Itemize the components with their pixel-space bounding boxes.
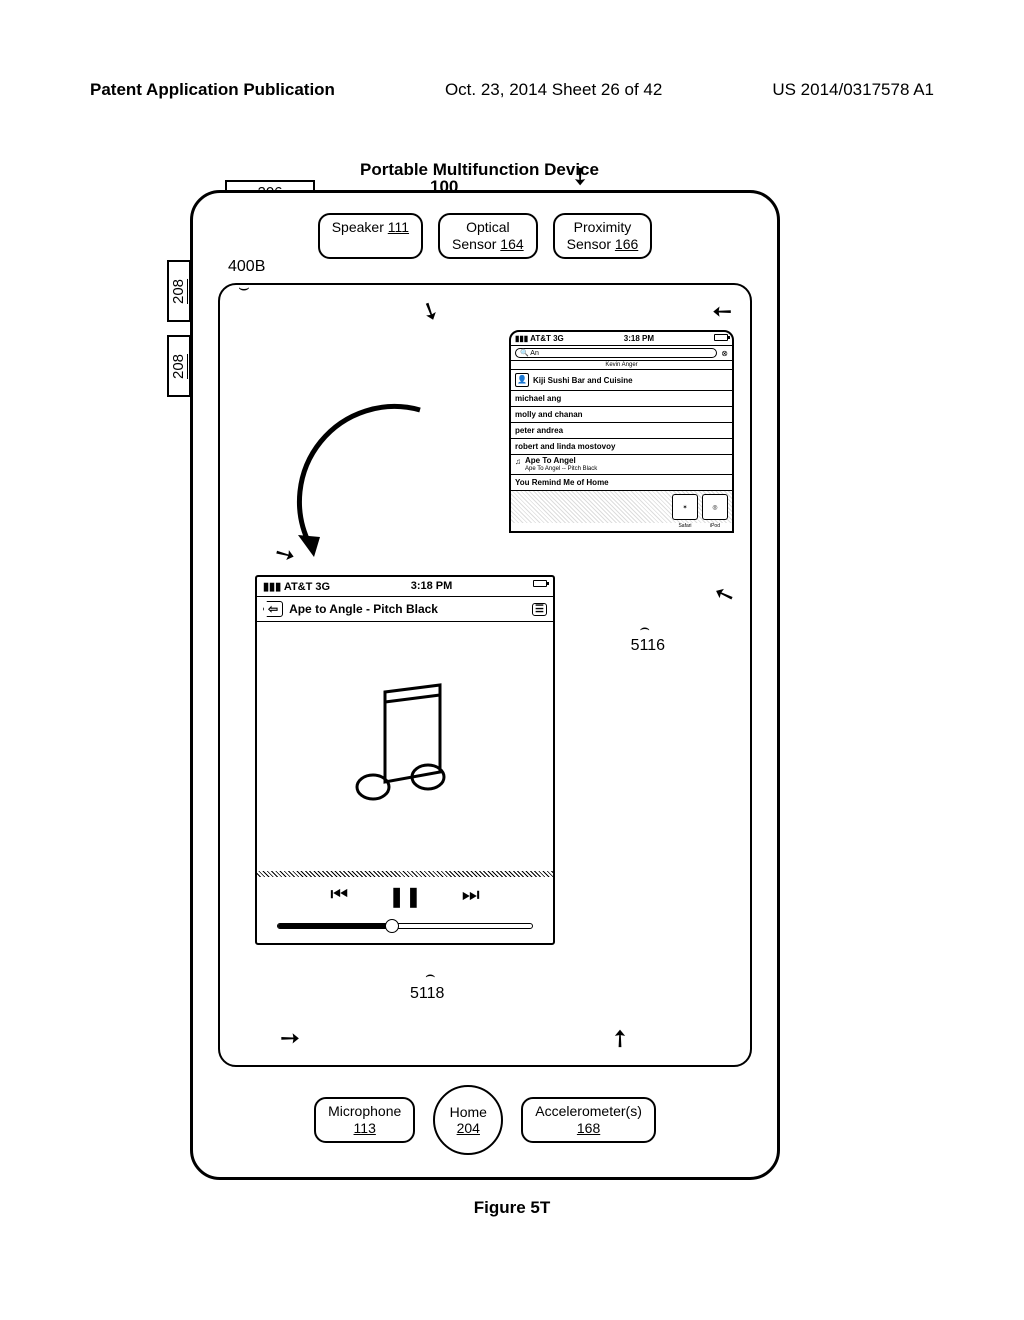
result-label: peter andrea [515, 426, 563, 435]
next-button[interactable]: ⏭ [462, 884, 480, 909]
page-header: Patent Application Publication Oct. 23, … [90, 80, 934, 100]
result-row[interactable]: peter andrea [511, 423, 732, 439]
result-label: Kiji Sushi Bar and Cuisine [533, 376, 633, 385]
album-art-area[interactable] [257, 622, 553, 872]
now-playing-panel: ▮▮▮ AT&T 3G 3:18 PM ⇦ Ape to Angle - Pit… [255, 575, 555, 945]
ref-208-b: 208 [167, 335, 191, 397]
media-subtitle: Ape To Angel -- Pitch Black [525, 466, 597, 473]
accel-text: Accelerometer(s) [535, 1103, 642, 1120]
playback-controls: ⏮ ❚❚ ⏭ [257, 872, 553, 917]
now-playing-title: Ape to Angle - Pitch Black [289, 602, 438, 616]
optical-line2: Sensor [452, 236, 496, 252]
prox-line2: Sensor [567, 236, 611, 252]
top-sensor-row: Speaker 111 Optical Sensor 164 Proximity… [193, 213, 777, 259]
cutoff-row: Kevin Anger [511, 361, 732, 370]
proximity-sensor-label: Proximity Sensor 166 [553, 213, 653, 259]
home-button[interactable]: Home 204 [433, 1085, 503, 1155]
slider-track [277, 923, 533, 929]
contact-icon: 👤 [515, 373, 529, 387]
ref-5116: 5116 [631, 637, 665, 655]
result-row[interactable]: You Remind Me of Home [511, 475, 732, 491]
accel-num: 168 [535, 1120, 642, 1137]
result-row[interactable]: molly and chanan [511, 407, 732, 423]
gesture-arrow-icon: ➘ [603, 1021, 638, 1056]
signal-icon: ▮▮▮ AT&T 3G [263, 580, 330, 593]
result-label: You Remind Me of Home [515, 478, 609, 487]
search-results-panel: ▮▮▮ AT&T 3G 3:18 PM 🔍 An ⊗ Kevin Anger 👤… [509, 330, 734, 533]
battery-icon [714, 334, 728, 341]
slider-fill [278, 924, 392, 928]
device-body: Speaker 111 Optical Sensor 164 Proximity… [190, 190, 780, 1180]
search-text: An [530, 350, 539, 357]
home-num: 204 [457, 1120, 480, 1136]
gesture-arrow-icon: ➘ [705, 294, 740, 329]
music-note-icon [345, 677, 465, 817]
time-small: 3:18 PM [624, 334, 654, 343]
ref-400b: 400B [228, 258, 265, 276]
slider-knob[interactable] [385, 919, 399, 933]
ipod-label: iPod [702, 523, 728, 529]
search-input[interactable]: 🔍 An [515, 348, 717, 358]
header-left: Patent Application Publication [90, 80, 335, 100]
leader-5118: ⌢ [425, 967, 436, 985]
figure-label: Figure 5T [0, 1198, 1024, 1218]
safari-icon[interactable]: ✶ [672, 494, 698, 520]
ref-5118: 5118 [410, 985, 444, 1003]
pause-button[interactable]: ❚❚ [388, 884, 422, 909]
status-bar-small: ▮▮▮ AT&T 3G 3:18 PM [511, 332, 732, 346]
media-result-row[interactable]: ♫ Ape To Angel Ape To Angel -- Pitch Bla… [511, 455, 732, 475]
ipod-icon[interactable]: ◎ [702, 494, 728, 520]
header-center: Oct. 23, 2014 Sheet 26 of 42 [445, 80, 662, 100]
ref-208-a: 208 [167, 260, 191, 322]
home-text: Home [450, 1104, 487, 1120]
clear-search-icon[interactable]: ⊗ [721, 349, 728, 358]
status-bar: ▮▮▮ AT&T 3G 3:18 PM [257, 577, 553, 596]
leader-5116: ⌢ [639, 620, 650, 638]
header-right: US 2014/0317578 A1 [772, 80, 934, 100]
tracklist-button[interactable]: ☰ [532, 603, 547, 616]
microphone-label: Microphone 113 [314, 1097, 415, 1143]
prox-line1: Proximity [567, 219, 639, 236]
accelerometer-label: Accelerometer(s) 168 [521, 1097, 656, 1143]
speaker-text: Speaker [332, 219, 384, 235]
safari-label: Safari [672, 523, 698, 529]
battery-icon [533, 580, 547, 587]
speaker-label: Speaker 111 [318, 213, 423, 259]
previous-button[interactable]: ⏮ [330, 884, 348, 909]
optical-line1: Optical [452, 219, 524, 236]
result-label: michael ang [515, 394, 561, 403]
music-icon: ♫ [515, 457, 521, 472]
mic-num: 113 [328, 1120, 401, 1137]
rotation-arrow-icon [280, 385, 460, 605]
carrier-label: AT&T 3G [284, 581, 330, 593]
back-button[interactable]: ⇦ [263, 601, 283, 617]
carrier-small: AT&T 3G [530, 334, 564, 343]
result-label: robert and linda mostovoy [515, 442, 615, 451]
time-label: 3:18 PM [411, 580, 453, 593]
search-bar[interactable]: 🔍 An ⊗ [511, 346, 732, 361]
result-row[interactable]: michael ang [511, 391, 732, 407]
device-title: Portable Multifunction Device [360, 160, 599, 180]
speaker-num: 111 [388, 219, 409, 235]
gesture-arrow-icon: ➘ [710, 577, 739, 611]
result-label: molly and chanan [515, 410, 583, 419]
gesture-arrow-icon: ➘ [415, 294, 445, 329]
volume-slider[interactable] [257, 917, 553, 943]
signal-icon: ▮▮▮ AT&T 3G [515, 334, 564, 343]
touch-screen[interactable]: ➘ ➘ ➘ ➘ ➘ ➘ ▮▮▮ AT&T 3G 3:18 PM 🔍 An ⊗ K… [218, 283, 752, 1067]
dock: ✶ ◎ [511, 491, 732, 523]
dock-labels: Safari iPod [511, 523, 732, 531]
gesture-arrow-icon: ➘ [273, 1021, 308, 1056]
optical-sensor-label: Optical Sensor 164 [438, 213, 538, 259]
media-title: Ape To Angel [525, 457, 597, 466]
bottom-hardware-row: Microphone 113 Home 204 Accelerometer(s)… [193, 1085, 777, 1155]
result-row[interactable]: robert and linda mostovoy [511, 439, 732, 455]
result-row[interactable]: 👤 Kiji Sushi Bar and Cuisine [511, 370, 732, 391]
mic-text: Microphone [328, 1103, 401, 1120]
now-playing-header: ⇦ Ape to Angle - Pitch Black ☰ [257, 596, 553, 622]
optical-num: 164 [500, 236, 523, 252]
prox-num: 166 [615, 236, 638, 252]
progress-scrub-strip[interactable] [257, 871, 553, 877]
